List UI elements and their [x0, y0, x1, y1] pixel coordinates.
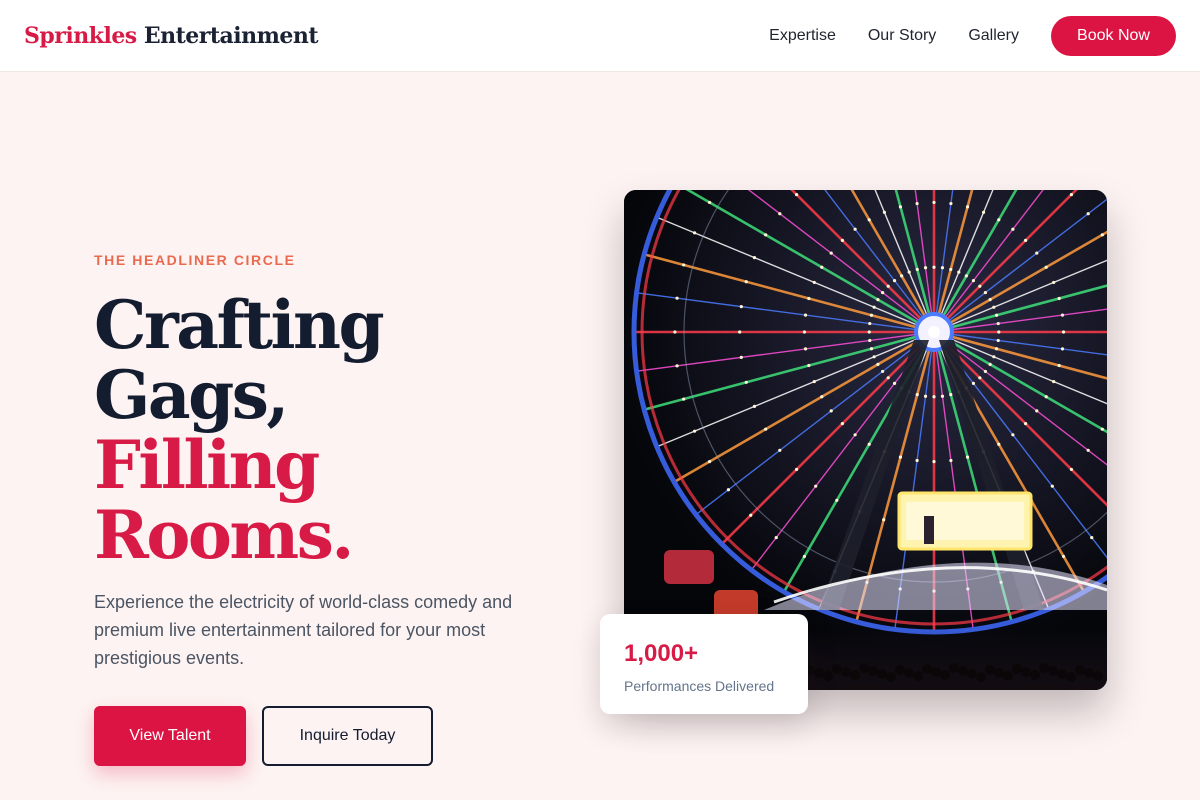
brand-name-rest: Entertainment: [143, 22, 319, 49]
inquire-today-button[interactable]: Inquire Today: [262, 706, 433, 766]
headline-line-2: Filling Rooms.: [94, 426, 354, 574]
nav-link-our-story[interactable]: Our Story: [868, 27, 936, 45]
stat-value: 1,000+: [624, 640, 699, 667]
top-navigation: Sprinkles Entertainment Expertise Our St…: [0, 0, 1200, 72]
stat-label: Performances Delivered: [624, 678, 775, 694]
nav-link-expertise[interactable]: Expertise: [769, 27, 836, 45]
nav-links: Expertise Our Story Gallery Book Now: [769, 15, 1176, 56]
brand-logo[interactable]: Sprinkles Entertainment: [24, 22, 319, 49]
headline-line-1: Crafting Gags,: [94, 286, 385, 434]
stat-card: 1,000+ Performances Delivered: [600, 614, 808, 714]
nav-link-gallery[interactable]: Gallery: [968, 27, 1019, 45]
hero-eyebrow: THE HEADLINER CIRCLE: [94, 252, 296, 268]
hero-headline: Crafting Gags, Filling Rooms.: [94, 290, 594, 570]
brand-name-accent: Sprinkles: [24, 22, 137, 49]
book-now-button[interactable]: Book Now: [1051, 15, 1176, 56]
view-talent-button[interactable]: View Talent: [94, 706, 246, 766]
hero-content: THE HEADLINER CIRCLE Crafting Gags, Fill…: [94, 252, 594, 766]
hero-cta-group: View Talent Inquire Today: [94, 706, 594, 766]
hero-description: Experience the electricity of world-clas…: [94, 592, 513, 668]
